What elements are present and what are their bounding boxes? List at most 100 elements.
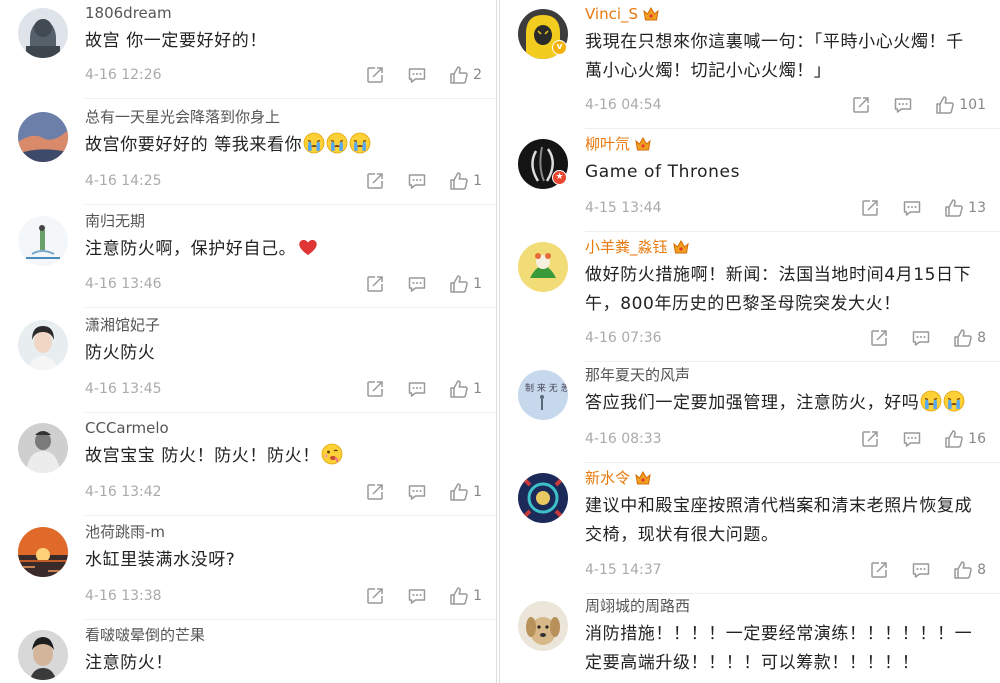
- username[interactable]: 看啵啵晕倒的芒果: [85, 624, 482, 646]
- like-count: 1: [473, 484, 482, 500]
- timestamp: 4-15 14:37: [585, 562, 662, 578]
- like-button[interactable]: 2: [449, 65, 482, 85]
- share-button[interactable]: [365, 586, 385, 606]
- like-button[interactable]: 1: [449, 482, 482, 502]
- share-icon: [365, 482, 385, 502]
- username[interactable]: 小羊粪_淼钰: [585, 236, 986, 258]
- username-text[interactable]: 1806dream: [85, 2, 172, 24]
- like-count: 1: [473, 381, 482, 397]
- comment-meta: 4-16 13:46 1: [85, 273, 482, 295]
- avatar[interactable]: [518, 242, 568, 292]
- comment-meta: 4-16 07:36 8: [585, 327, 986, 349]
- username-text[interactable]: 南归无期: [85, 210, 145, 232]
- username[interactable]: CCCarmelo: [85, 417, 482, 439]
- reply-icon: [902, 429, 922, 449]
- divider: [585, 128, 1000, 129]
- divider: [85, 412, 496, 413]
- like-button[interactable]: 1: [449, 379, 482, 399]
- reply-button[interactable]: [407, 274, 427, 294]
- crown-icon: [634, 136, 652, 152]
- like-count: 13: [968, 200, 986, 216]
- thumbs-up-icon: [449, 65, 469, 85]
- username-text[interactable]: 柳叶氘: [585, 133, 630, 155]
- reply-button[interactable]: [911, 560, 931, 580]
- like-button[interactable]: 101: [935, 95, 986, 115]
- reply-button[interactable]: [893, 95, 913, 115]
- reply-button[interactable]: [407, 586, 427, 606]
- share-button[interactable]: [365, 482, 385, 502]
- crown-icon: [642, 6, 660, 22]
- comment-actions: 8: [847, 327, 986, 349]
- share-button[interactable]: [860, 198, 880, 218]
- avatar[interactable]: [18, 216, 68, 266]
- share-button[interactable]: [869, 560, 889, 580]
- comment-meta: 4-16 08:33 16: [585, 428, 986, 450]
- comment-actions: 2: [343, 64, 482, 86]
- username[interactable]: 那年夏天的风声: [585, 364, 986, 386]
- share-button[interactable]: [365, 171, 385, 191]
- comment-actions: 1: [343, 273, 482, 295]
- username-text[interactable]: 小羊粪_淼钰: [585, 236, 668, 258]
- divider: [85, 307, 496, 308]
- like-count: 16: [968, 431, 986, 447]
- crown-icon: [672, 239, 690, 255]
- reply-button[interactable]: [911, 328, 931, 348]
- share-icon: [851, 95, 871, 115]
- like-button[interactable]: 13: [944, 198, 986, 218]
- reply-button[interactable]: [407, 171, 427, 191]
- username[interactable]: 池荷跳雨-m: [85, 521, 482, 543]
- username[interactable]: 新水令: [585, 467, 986, 489]
- like-button[interactable]: 1: [449, 586, 482, 606]
- avatar[interactable]: [18, 112, 68, 162]
- avatar[interactable]: [18, 527, 68, 577]
- username[interactable]: 南归无期: [85, 210, 482, 232]
- username-text[interactable]: 那年夏天的风声: [585, 364, 690, 386]
- avatar[interactable]: [18, 8, 68, 58]
- like-button[interactable]: 16: [944, 429, 986, 449]
- reply-icon: [407, 274, 427, 294]
- comment-text: 注意防火！: [85, 653, 173, 673]
- username-text[interactable]: CCCarmelo: [85, 417, 169, 439]
- divider: [85, 515, 496, 516]
- avatar[interactable]: [518, 473, 568, 523]
- avatar[interactable]: [18, 630, 68, 680]
- reply-button[interactable]: [902, 198, 922, 218]
- thumbs-up-icon: [449, 379, 469, 399]
- reply-button[interactable]: [407, 379, 427, 399]
- share-button[interactable]: [365, 65, 385, 85]
- username-text[interactable]: 池荷跳雨-m: [85, 521, 165, 543]
- username[interactable]: 潇湘馆妃子: [85, 314, 482, 336]
- username-text[interactable]: 总有一天星光会降落到你身上: [85, 106, 280, 128]
- share-button[interactable]: [851, 95, 871, 115]
- username[interactable]: Vinci_S: [585, 3, 986, 25]
- username-text[interactable]: 周翊城的周路西: [585, 595, 690, 617]
- avatar[interactable]: [18, 320, 68, 370]
- username[interactable]: 周翊城的周路西: [585, 595, 986, 617]
- like-button[interactable]: 1: [449, 274, 482, 294]
- like-button[interactable]: 8: [953, 328, 986, 348]
- divider: [85, 204, 496, 205]
- avatar[interactable]: 制 来 无 恙: [518, 370, 568, 420]
- reply-button[interactable]: [902, 429, 922, 449]
- share-button[interactable]: [860, 429, 880, 449]
- avatar[interactable]: [18, 423, 68, 473]
- comment-text: 注意防火啊，保护好自己。: [85, 235, 482, 264]
- username-text[interactable]: Vinci_S: [585, 3, 638, 25]
- share-button[interactable]: [365, 274, 385, 294]
- like-button[interactable]: 1: [449, 171, 482, 191]
- thumbs-up-icon: [449, 482, 469, 502]
- like-button[interactable]: 8: [953, 560, 986, 580]
- username-text[interactable]: 潇湘馆妃子: [85, 314, 160, 336]
- username[interactable]: 1806dream: [85, 2, 482, 24]
- username-text[interactable]: 新水令: [585, 467, 630, 489]
- reply-button[interactable]: [407, 65, 427, 85]
- divider: [585, 593, 1000, 594]
- username-text[interactable]: 看啵啵晕倒的芒果: [85, 624, 205, 646]
- share-button[interactable]: [365, 379, 385, 399]
- avatar[interactable]: [518, 601, 568, 651]
- share-button[interactable]: [869, 328, 889, 348]
- username[interactable]: 总有一天星光会降落到你身上: [85, 106, 482, 128]
- member-badge-icon: ★: [552, 170, 567, 185]
- reply-button[interactable]: [407, 482, 427, 502]
- username[interactable]: 柳叶氘: [585, 133, 986, 155]
